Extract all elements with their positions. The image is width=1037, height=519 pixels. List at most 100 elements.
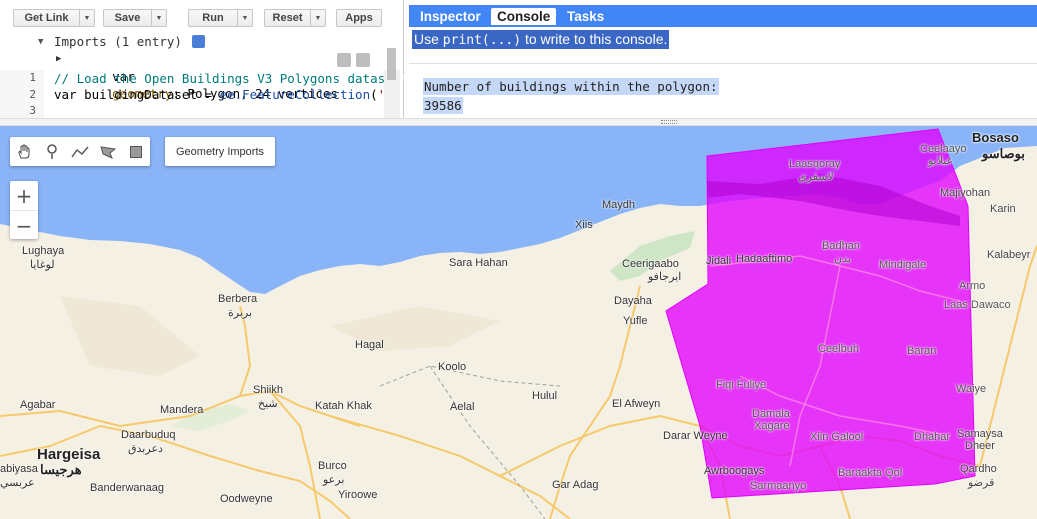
map-label: Bosaso [972,130,1019,145]
gear-icon[interactable] [337,53,394,82]
code-function: ee.FeatureCollection [219,87,371,102]
apps-button[interactable]: Apps [336,9,382,27]
get-link-button[interactable]: Get Link ▼ [13,9,95,27]
map-label: بوصاسو [982,146,1025,161]
apps-label: Apps [345,12,373,24]
map-label: Yiroowe [338,489,378,501]
marker-icon[interactable] [38,137,66,166]
imports-doc-icon[interactable] [192,35,248,62]
chevron-down-icon[interactable]: ▼ [151,10,166,26]
run-label: Run [202,12,224,24]
save-button[interactable]: Save ▼ [103,9,167,27]
map-label: Daarbuduq [121,429,176,441]
map-label: Hargeisa [37,446,101,463]
map-label: Berbera [218,293,258,305]
run-button[interactable]: Run ▼ [188,9,253,27]
map-label: Majiyohan [940,187,991,199]
map-label: Mindigale [879,259,927,271]
save-label: Save [114,12,141,24]
map-label: Jidali [706,255,732,267]
map-label: abiyasa [0,463,38,475]
map-label: Xagare [754,420,790,432]
map-label: ايرجافو [648,271,682,283]
hint-text: to write to this console. [521,31,668,47]
map-label: Katah Khak [315,400,372,412]
map-label: Hagal [355,339,384,351]
code-area[interactable]: ▼ Imports (1 entry) ▶ var geometry: Poly… [0,34,413,148]
map-label: لاسقري [798,171,834,183]
map-label: Burco [318,460,347,472]
reset-label: Reset [272,12,303,24]
map-label: Ceelbuh [818,343,859,355]
console-output-value: 39586 [423,97,463,114]
import-geometry-line[interactable]: var geometry: Polygon, 24 vertices [67,51,338,101]
collapse-arrow-icon[interactable]: ▼ [38,34,43,51]
map-label: لوغايا [30,259,55,271]
map-label: Baraakta Qol [838,467,903,479]
pan-hand-icon[interactable] [10,137,38,166]
console-output-label: Number of buildings within the polygon: [423,78,719,95]
map-label: Samaysa [957,428,1003,440]
panel-tabbar: Inspector Console Tasks [409,5,1037,27]
line-number: 3 [29,104,36,117]
code-text: buildingDataset = [76,87,220,102]
console-panel: Inspector Console Tasks Use print(...) t… [409,0,1037,118]
chevron-down-icon[interactable]: ▼ [310,10,325,26]
chevron-down-icon[interactable]: ▼ [79,10,94,26]
panel-resize-bar[interactable] [0,118,1037,126]
map-label: Hadaaftimo [736,253,793,265]
map-label: Sara Hahan [449,257,508,269]
imports-header: Imports (1 entry) [54,34,182,49]
map-label: Lughaya [22,245,65,257]
map-label: Koolo [438,361,467,373]
chevron-down-icon[interactable]: ▼ [237,10,252,26]
map-label: Baran [907,345,937,357]
drawing-tools [10,137,150,166]
map-label: Ceerigaabo [622,258,679,270]
map-label: Fiqi Fuliye [716,379,767,391]
map-label: Dayaha [614,295,652,307]
tab-console[interactable]: Console [491,8,557,25]
map-view[interactable]: Bosaso بوصاسو Ceelaayo عيلايو Laasqoray … [0,126,1037,519]
line-number: 2 [29,88,36,101]
hint-code: print(...) [442,33,522,48]
map-label: Shiikh [253,384,283,396]
map-base [0,126,1037,519]
rectangle-icon[interactable] [122,137,150,166]
map-label: Damala [752,408,790,420]
resize-grip-icon[interactable] [661,120,677,124]
code-line-2[interactable]: var buildingDataset = ee.FeatureCollecti… [54,86,400,103]
reset-button[interactable]: Reset ▼ [264,9,326,27]
line-icon[interactable] [66,137,94,166]
scrollbar-thumb[interactable] [387,48,396,80]
map-label: Dheer [965,440,995,452]
tab-tasks[interactable]: Tasks [561,8,610,25]
map-label: Karin [990,203,1016,215]
map-label: Hulul [532,390,558,402]
zoom-in-button[interactable]: + [10,181,38,210]
tab-inspector[interactable]: Inspector [414,8,487,25]
map-label: Maydh [602,199,636,211]
map-label: Armo [959,280,986,292]
map-label: Oodweyne [220,493,273,505]
zoom-control: + − [10,181,38,239]
map-label: Sarmaanyo [750,480,807,492]
geometry-imports-button[interactable]: Geometry Imports [165,137,275,166]
map-label: بدن [834,253,851,265]
console-hint: Use print(...) to write to this console. [412,30,670,49]
zoom-out-button[interactable]: − [10,210,38,240]
map-label: دعربدق [128,443,163,455]
map-label: عيلايو [928,155,954,167]
map-label: هرجيسا [40,462,82,477]
map-label: برعو [323,474,345,486]
polygon-icon[interactable] [94,137,122,166]
map-label: Aelal [450,401,475,413]
code-line-1[interactable]: // Load the Open Buildings V3 Polygons d… [54,70,400,87]
map-label: بربرة [228,307,253,319]
expand-arrow-icon[interactable]: ▶ [56,51,61,68]
target-icon[interactable] [356,53,413,82]
divider [409,63,1037,64]
map-label: Darar Weyne [663,430,728,442]
map-label: Laas Dawaco [944,299,1011,311]
map-label: Kalabeyr [987,249,1031,261]
